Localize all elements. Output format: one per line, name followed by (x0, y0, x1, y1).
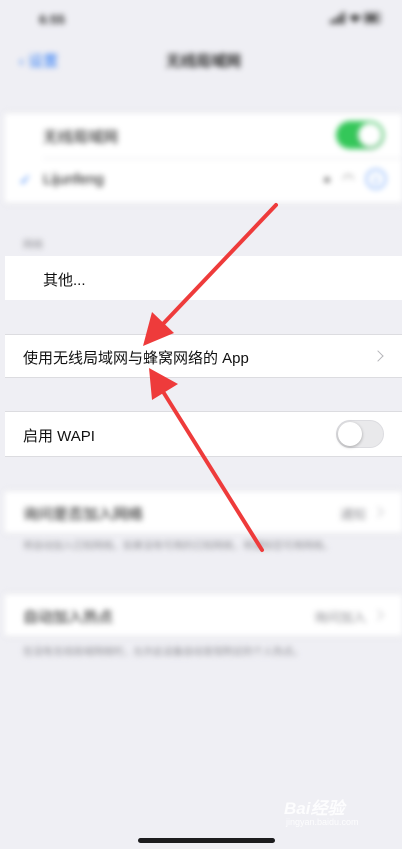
wapi-label: 启用 WAPI (23, 428, 95, 445)
baidu-jingyan-watermark: Bai经验 jingyan.baidu.com (284, 792, 376, 834)
ask-join-row[interactable]: 询问是否加入网络 通知 (5, 490, 402, 534)
auto-hotspot-label: 自动加入热点 (23, 609, 114, 626)
ask-join-label: 询问是否加入网络 (23, 506, 144, 523)
connected-network-row[interactable]: ✓ Lijunfeng 🔒︎ ◠ i (5, 159, 402, 203)
apps-using-wlan-label: 使用无线局域网与蜂窝网络的 App (23, 350, 249, 367)
lock-icon: 🔒︎ (324, 173, 330, 185)
home-indicator[interactable] (138, 838, 275, 843)
wapi-toggle[interactable] (336, 420, 384, 448)
status-bar: 6:55 (5, 0, 402, 40)
settings-screen: 6:55 ‹ 设置 无线局域网 无线局域网 ✓ Lijunfeng 🔒︎ ◠ i… (5, 0, 402, 849)
apps-using-wlan-row[interactable]: 使用无线局域网与蜂窝网络的 App (5, 334, 402, 378)
toggle-knob (338, 422, 362, 446)
wapi-row: 启用 WAPI (5, 411, 402, 457)
wlan-toggle[interactable] (336, 121, 384, 149)
page-title: 无线局域网 (165, 53, 241, 70)
other-network-label: 其他... (43, 272, 86, 289)
wlan-toggle-row: 无线局域网 (5, 113, 402, 158)
other-network-row[interactable]: 其他... (5, 256, 402, 300)
wlan-toggle-label: 无线局域网 (43, 129, 119, 146)
chevron-right-icon (372, 350, 384, 362)
navigation-bar: ‹ 设置 无线局域网 (5, 40, 402, 84)
auto-hotspot-value: 询问加入 (313, 610, 366, 625)
status-time: 6:55 (39, 12, 66, 27)
info-icon[interactable]: i (366, 169, 386, 189)
watermark-url: jingyan.baidu.com (286, 817, 359, 827)
chevron-right-icon (372, 506, 384, 518)
watermark-brand: Bai经验 (284, 799, 345, 818)
wlan-group: 无线局域网 ✓ Lijunfeng 🔒︎ ◠ i (5, 112, 402, 204)
wifi-icon: ◠ (342, 171, 354, 186)
ask-join-value: 通知 (339, 507, 366, 522)
toggle-knob (358, 123, 382, 147)
chevron-right-icon (372, 609, 384, 621)
signal-wifi-battery-icon (330, 12, 381, 24)
checkmark-icon: ✓ (19, 172, 32, 189)
auto-hotspot-footer: 在没有无线局域网络时，允许此设备自动发现附近的个人热点。 (23, 647, 303, 658)
auto-hotspot-row[interactable]: 自动加入热点 询问加入 (5, 593, 402, 637)
networks-section-header: 网络 (23, 240, 43, 251)
ask-join-footer: 将自动加入已知网络。如果没有可用的已知网络，将通知您可用网络。 (23, 541, 333, 552)
network-name: Lijunfeng (43, 171, 104, 188)
